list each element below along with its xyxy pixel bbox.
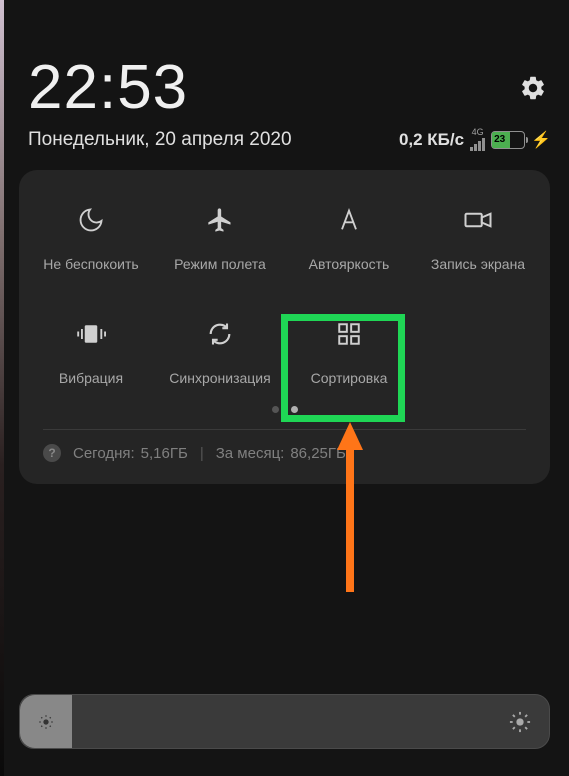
tile-label: Запись экрана bbox=[431, 256, 525, 272]
quick-settings-panel: Не беспокоить Режим полета Автояркость З… bbox=[19, 170, 550, 484]
page-indicator[interactable] bbox=[31, 406, 538, 413]
pager-dot-active bbox=[291, 406, 298, 413]
tile-label: Не беспокоить bbox=[43, 256, 138, 272]
tile-empty bbox=[418, 318, 538, 386]
signal-icon bbox=[470, 137, 485, 151]
tile-sync[interactable]: Синхронизация bbox=[160, 318, 280, 386]
divider bbox=[43, 429, 526, 430]
sync-icon bbox=[204, 318, 236, 350]
tile-vibration[interactable]: Вибрация bbox=[31, 318, 151, 386]
tile-sort[interactable]: Сортировка bbox=[289, 318, 409, 386]
pager-dot bbox=[272, 406, 279, 413]
network-speed: 0,2 КБ/с bbox=[399, 130, 464, 150]
tile-record[interactable]: Запись экрана bbox=[418, 204, 538, 272]
sun-high-icon bbox=[509, 711, 531, 733]
clock-time: 22:53 bbox=[28, 52, 188, 123]
usage-month-label: За месяц: bbox=[216, 445, 285, 462]
moon-icon bbox=[75, 204, 107, 236]
battery-percent: 23 bbox=[492, 134, 505, 145]
tile-label: Вибрация bbox=[59, 370, 123, 386]
usage-today-value: 5,16ГБ bbox=[141, 445, 188, 462]
autobright-icon bbox=[333, 204, 365, 236]
grid-icon bbox=[333, 318, 365, 350]
sun-low-icon bbox=[38, 714, 54, 730]
usage-today-label: Сегодня: bbox=[73, 445, 135, 462]
tile-label: Режим полета bbox=[174, 256, 266, 272]
separator: | bbox=[200, 445, 204, 462]
videocam-icon bbox=[462, 204, 494, 236]
battery-icon: 23 bbox=[491, 131, 525, 149]
network-type: 4G bbox=[472, 128, 484, 137]
brightness-slider[interactable] bbox=[19, 694, 550, 749]
usage-month-value: 86,25ГБ bbox=[290, 445, 346, 462]
tile-label: Сортировка bbox=[311, 370, 388, 386]
status-indicators: 0,2 КБ/с 4G 23 ⚡ bbox=[399, 128, 551, 151]
tile-label: Синхронизация bbox=[169, 370, 270, 386]
data-usage-row[interactable]: ? Сегодня: 5,16ГБ | За месяц: 86,25ГБ bbox=[31, 444, 538, 466]
tile-autobright[interactable]: Автояркость bbox=[289, 204, 409, 272]
tile-dnd[interactable]: Не беспокоить bbox=[31, 204, 151, 272]
tile-label: Автояркость bbox=[309, 256, 390, 272]
vibration-icon bbox=[75, 318, 107, 350]
tile-airplane[interactable]: Режим полета bbox=[160, 204, 280, 272]
airplane-icon bbox=[204, 204, 236, 236]
date-label: Понедельник, 20 апреля 2020 bbox=[28, 129, 292, 151]
charging-icon: ⚡ bbox=[531, 130, 551, 150]
settings-gear-icon[interactable] bbox=[519, 74, 547, 102]
info-icon: ? bbox=[43, 444, 61, 462]
